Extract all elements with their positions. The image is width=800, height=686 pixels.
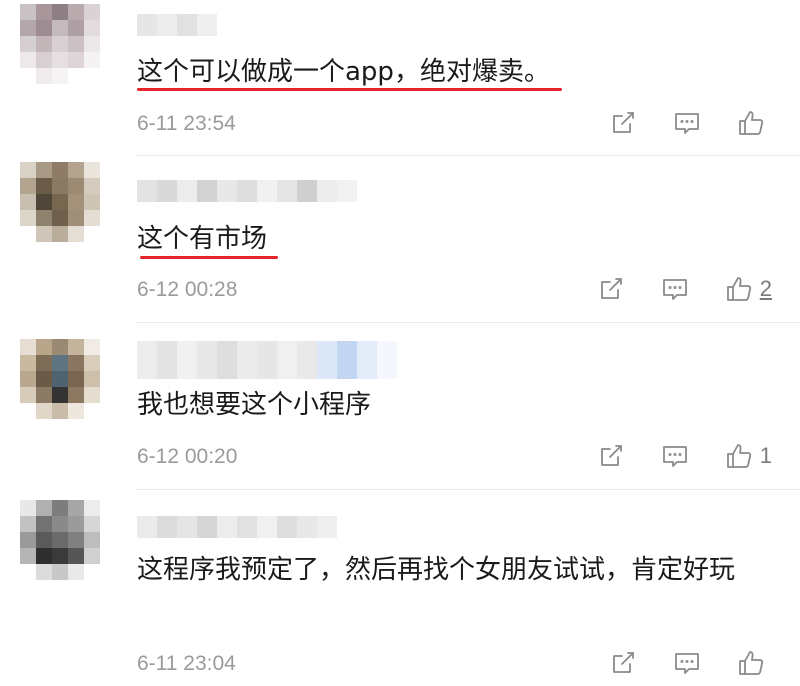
comment-text: 这个有市场 <box>137 224 268 254</box>
share-button[interactable] <box>596 274 626 304</box>
comment-text: 我也想要这个小程序 <box>137 390 372 420</box>
share-icon <box>613 652 634 673</box>
comment-icon <box>675 113 699 134</box>
username-blurred[interactable] <box>137 14 217 36</box>
reply-button[interactable] <box>660 274 690 304</box>
avatar[interactable] <box>20 339 100 419</box>
comment-actions <box>608 648 772 678</box>
comment-icon <box>662 279 687 300</box>
text-underline <box>137 88 562 91</box>
like-button[interactable]: 1 <box>724 441 772 471</box>
share-button[interactable] <box>596 441 626 471</box>
share-button[interactable] <box>608 108 638 138</box>
comment-item: 我也想要这个小程序 6-12 00:20 1 <box>0 323 800 489</box>
share-icon <box>613 112 634 133</box>
share-button[interactable] <box>608 648 638 678</box>
comment-icon <box>675 653 699 674</box>
like-button[interactable] <box>736 108 772 138</box>
comment-time: 6-12 00:20 <box>137 445 238 468</box>
reply-button[interactable] <box>672 108 702 138</box>
username-blurred[interactable] <box>137 516 337 538</box>
like-button[interactable] <box>736 648 772 678</box>
like-button[interactable]: 2 <box>724 274 772 304</box>
comment-actions <box>608 108 772 138</box>
avatar[interactable] <box>20 162 100 242</box>
comment-time: 6-11 23:54 <box>137 112 236 135</box>
comment-item: 这程序我预定了，然后再找个女朋友试试，肯定好玩 6-11 23:04 <box>0 490 800 686</box>
text-underline <box>140 256 278 259</box>
username-blurred[interactable] <box>137 180 357 202</box>
avatar[interactable] <box>20 4 100 84</box>
thumbs-up-icon <box>726 444 751 468</box>
share-icon <box>600 278 622 299</box>
comment-text: 这个可以做成一个app，绝对爆卖。 <box>137 57 550 87</box>
thumbs-up-icon <box>726 277 751 301</box>
avatar[interactable] <box>20 500 100 580</box>
comment-text: 这程序我预定了，然后再找个女朋友试试，肯定好玩 <box>137 555 736 585</box>
reply-button[interactable] <box>660 441 690 471</box>
comment-time: 6-11 23:04 <box>137 652 236 675</box>
thumbs-up-icon <box>739 651 764 675</box>
comment-item: 这个有市场 6-12 00:28 2 <box>0 156 800 322</box>
like-count: 1 <box>759 443 772 468</box>
comment-time: 6-12 00:28 <box>137 278 238 301</box>
comment-item: 这个可以做成一个app，绝对爆卖。 6-11 23:54 <box>0 0 800 155</box>
share-icon <box>600 445 622 466</box>
reply-button[interactable] <box>672 648 702 678</box>
comment-actions: 2 <box>596 274 772 304</box>
username-blurred[interactable] <box>137 341 397 379</box>
comment-icon <box>662 446 687 467</box>
comment-actions: 1 <box>596 441 772 471</box>
like-count: 2 <box>759 276 772 301</box>
thumbs-up-icon <box>739 111 764 135</box>
